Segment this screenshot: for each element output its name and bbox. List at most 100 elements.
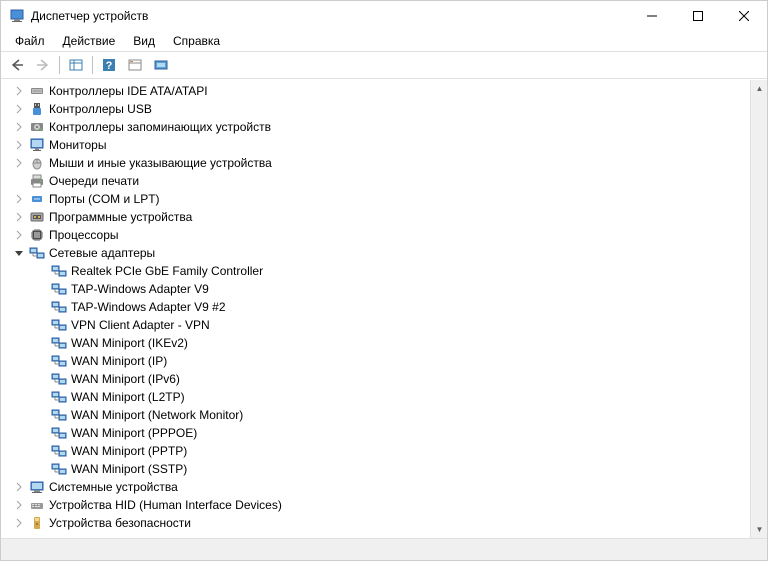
chevron-right-icon[interactable] <box>11 119 27 135</box>
minimize-button[interactable] <box>629 1 675 31</box>
tree-item[interactable]: WAN Miniport (SSTP) <box>3 460 750 478</box>
system-icon <box>29 479 45 495</box>
chevron-right-icon[interactable] <box>11 479 27 495</box>
monitor-icon <box>29 137 45 153</box>
svg-text:?: ? <box>106 60 113 72</box>
tree-item-label: WAN Miniport (PPTP) <box>71 444 187 458</box>
tree-item[interactable]: WAN Miniport (Network Monitor) <box>3 406 750 424</box>
tree-item[interactable]: Сетевые адаптеры <box>3 244 750 262</box>
network-icon <box>51 425 67 441</box>
ide-icon <box>29 83 45 99</box>
tree-item-label: WAN Miniport (SSTP) <box>71 462 187 476</box>
tree-item[interactable]: Контроллеры запоминающих устройств <box>3 118 750 136</box>
tree-item[interactable]: Программные устройства <box>3 208 750 226</box>
tree-item-label: WAN Miniport (IP) <box>71 354 167 368</box>
tree-item-label: Контроллеры запоминающих устройств <box>49 120 271 134</box>
tree-item-label: WAN Miniport (L2TP) <box>71 390 185 404</box>
show-hidden-button[interactable] <box>64 54 88 76</box>
tree-item[interactable]: Устройства HID (Human Interface Devices) <box>3 496 750 514</box>
tree-item-label: WAN Miniport (Network Monitor) <box>71 408 243 422</box>
chevron-right-icon[interactable] <box>11 137 27 153</box>
tree-item-label: Контроллеры IDE ATA/ATAPI <box>49 84 208 98</box>
statusbar <box>1 538 767 560</box>
security-icon <box>29 515 45 531</box>
usb-icon <box>29 101 45 117</box>
chevron-right-icon[interactable] <box>11 101 27 117</box>
cpu-icon <box>29 227 45 243</box>
network-icon <box>51 407 67 423</box>
tree-item-label: Устройства HID (Human Interface Devices) <box>49 498 282 512</box>
storage-icon <box>29 119 45 135</box>
tree-item[interactable]: WAN Miniport (IKEv2) <box>3 334 750 352</box>
tree-item[interactable]: TAP-Windows Adapter V9 #2 <box>3 298 750 316</box>
tree-item-label: Устройства безопасности <box>49 516 191 530</box>
tree-item-label: Realtek PCIe GbE Family Controller <box>71 264 263 278</box>
tree-item[interactable]: TAP-Windows Adapter V9 <box>3 280 750 298</box>
chevron-down-icon[interactable] <box>11 245 27 261</box>
tree-item-label: WAN Miniport (IKEv2) <box>71 336 188 350</box>
tree-item[interactable]: WAN Miniport (IPv6) <box>3 370 750 388</box>
tree-item[interactable]: Мыши и иные указывающие устройства <box>3 154 750 172</box>
tree-item[interactable]: Realtek PCIe GbE Family Controller <box>3 262 750 280</box>
forward-button[interactable] <box>31 54 55 76</box>
toolbar-separator <box>59 56 60 74</box>
network-icon <box>51 335 67 351</box>
properties-button[interactable] <box>123 54 147 76</box>
tree-item[interactable]: Системные устройства <box>3 478 750 496</box>
tree-item[interactable]: WAN Miniport (PPTP) <box>3 442 750 460</box>
tree-item-label: Сетевые адаптеры <box>49 246 155 260</box>
tree-item[interactable]: Порты (COM и LPT) <box>3 190 750 208</box>
tree-item[interactable]: VPN Client Adapter - VPN <box>3 316 750 334</box>
scroll-up-icon[interactable]: ▲ <box>751 80 767 97</box>
toolbar-separator <box>92 56 93 74</box>
menu-view[interactable]: Вид <box>125 32 163 50</box>
chevron-right-icon[interactable] <box>11 227 27 243</box>
tree-item-label: Порты (COM и LPT) <box>49 192 160 206</box>
hid-icon <box>29 497 45 513</box>
network-icon <box>51 263 67 279</box>
tree-item[interactable]: WAN Miniport (L2TP) <box>3 388 750 406</box>
tree-item[interactable]: Контроллеры USB <box>3 100 750 118</box>
app-icon <box>9 8 25 24</box>
tree-item-label: WAN Miniport (IPv6) <box>71 372 180 386</box>
tree-item[interactable]: WAN Miniport (PPPOE) <box>3 424 750 442</box>
tree-item-label: TAP-Windows Adapter V9 #2 <box>71 300 226 314</box>
window-title: Диспетчер устройств <box>31 9 629 23</box>
tree-item[interactable]: Контроллеры IDE ATA/ATAPI <box>3 82 750 100</box>
software-icon <box>29 209 45 225</box>
scan-button[interactable] <box>149 54 173 76</box>
chevron-right-icon[interactable] <box>11 83 27 99</box>
tree-item[interactable]: Процессоры <box>3 226 750 244</box>
scroll-down-icon[interactable]: ▼ <box>751 521 767 538</box>
network-icon <box>51 443 67 459</box>
network-icon <box>51 371 67 387</box>
menu-file[interactable]: Файл <box>7 32 53 50</box>
tree-item[interactable]: WAN Miniport (IP) <box>3 352 750 370</box>
maximize-button[interactable] <box>675 1 721 31</box>
tree-item-label: Системные устройства <box>49 480 178 494</box>
back-button[interactable] <box>5 54 29 76</box>
network-icon <box>51 389 67 405</box>
tree-item-label: WAN Miniport (PPPOE) <box>71 426 197 440</box>
network-icon <box>51 299 67 315</box>
network-icon <box>51 353 67 369</box>
tree-item-label: Мониторы <box>49 138 106 152</box>
chevron-right-icon[interactable] <box>11 155 27 171</box>
tree-item-label: Контроллеры USB <box>49 102 152 116</box>
tree-item-label: Процессоры <box>49 228 119 242</box>
tree-item[interactable]: Очереди печати <box>3 172 750 190</box>
close-button[interactable] <box>721 1 767 31</box>
device-tree[interactable]: Контроллеры IDE ATA/ATAPI Контроллеры USB… <box>1 80 750 538</box>
tree-item[interactable]: Устройства безопасности <box>3 514 750 532</box>
menu-help[interactable]: Справка <box>165 32 228 50</box>
chevron-right-icon[interactable] <box>11 515 27 531</box>
help-button[interactable]: ? <box>97 54 121 76</box>
toolbar: ? <box>1 51 767 79</box>
chevron-right-icon[interactable] <box>11 191 27 207</box>
tree-item-label: Очереди печати <box>49 174 139 188</box>
chevron-right-icon[interactable] <box>11 209 27 225</box>
vertical-scrollbar[interactable]: ▲ ▼ <box>750 80 767 538</box>
chevron-right-icon[interactable] <box>11 497 27 513</box>
tree-item[interactable]: Мониторы <box>3 136 750 154</box>
menu-action[interactable]: Действие <box>55 32 124 50</box>
